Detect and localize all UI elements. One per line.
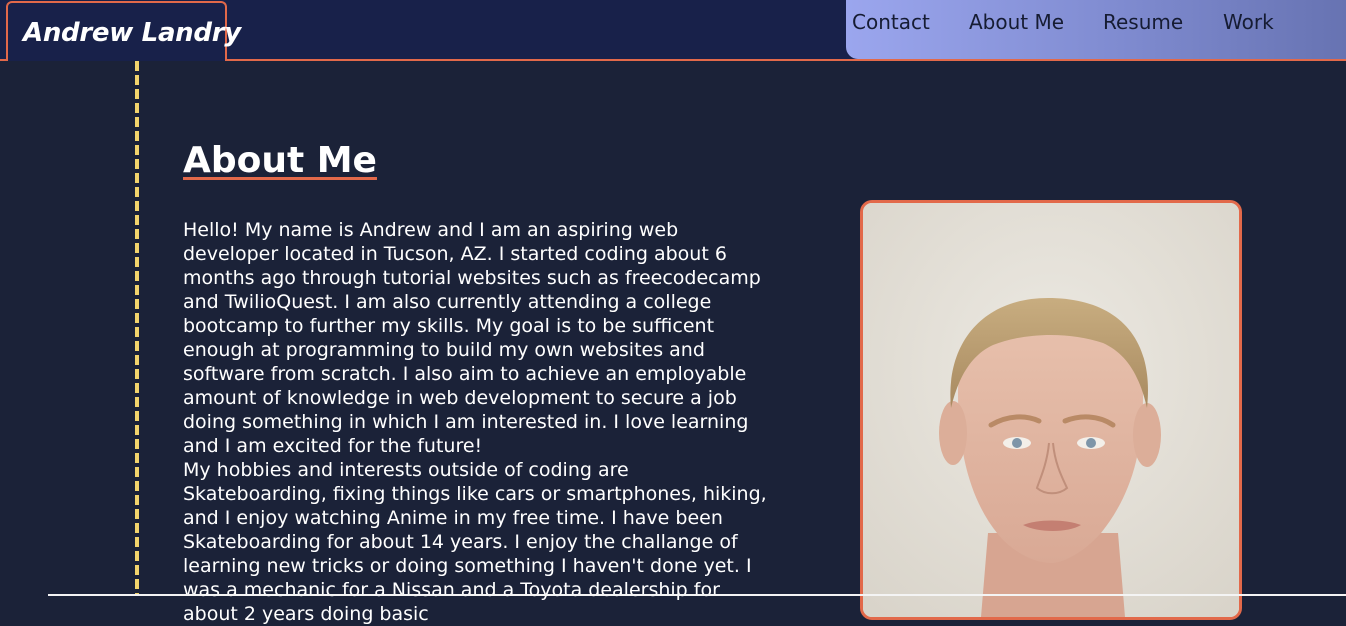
dashed-divider-line [135,61,139,596]
brand-name[interactable]: Andrew Landry [23,18,241,48]
nav-link-contact[interactable]: Contact [852,10,930,34]
about-paragraph-hobbies: My hobbies and interests outside of codi… [183,459,767,625]
nav-link-resume[interactable]: Resume [1103,10,1183,34]
portrait-image [863,203,1239,617]
nav-link-about-me[interactable]: About Me [969,10,1064,34]
page-title: About Me [183,140,377,181]
nav-link-work[interactable]: Work [1223,10,1274,34]
profile-photo [860,200,1242,620]
about-paragraph-intro: Hello! My name is Andrew and I am an asp… [183,219,761,457]
brand-logo[interactable]: Andrew Landry [6,1,241,61]
site-header: Andrew Landry Contact About Me Resume Wo… [0,0,1346,61]
nav-menu: Contact About Me Resume Work [846,0,1346,59]
